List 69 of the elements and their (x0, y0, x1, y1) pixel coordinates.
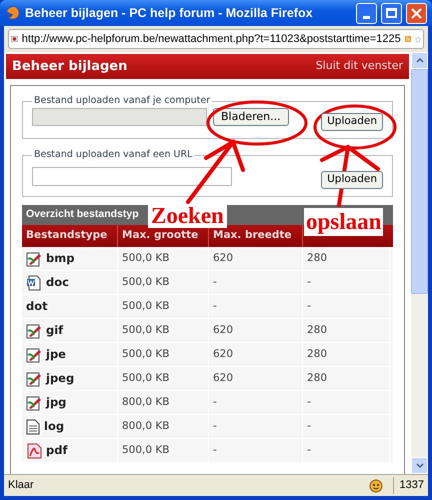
table-cell: - (303, 271, 390, 294)
file-type: bmp (46, 250, 74, 267)
table-cell: 500,0 KB (118, 439, 209, 462)
url-field[interactable] (32, 166, 232, 186)
group-legend: Bestand uploaden vanaf een URL (32, 149, 194, 161)
word-document-icon (26, 274, 42, 290)
status-text: Klaar (8, 478, 35, 494)
table-cell: 620 (209, 247, 303, 270)
table-cell: 620 (209, 319, 303, 342)
table-cell: - (209, 415, 303, 438)
close-button[interactable] (406, 2, 427, 24)
file-type: dot (26, 298, 48, 315)
scrollbar[interactable] (411, 52, 428, 474)
scroll-thumb[interactable] (411, 69, 428, 294)
table-cell: - (303, 439, 390, 462)
table-cell: 500,0 KB (118, 343, 209, 366)
file-type: gif (46, 322, 64, 339)
table-cell: - (209, 271, 303, 294)
table-cell: 280 (303, 319, 390, 342)
upload-button[interactable]: Uploaden (321, 113, 383, 131)
image-file-icon (26, 250, 42, 266)
file-type: jpg (46, 394, 66, 411)
file-type: doc (46, 274, 69, 291)
file-type: log (44, 418, 64, 435)
text-file-icon (26, 418, 40, 434)
group-legend: Bestand uploaden vanaf je computer (32, 95, 212, 107)
minimize-button[interactable] (356, 2, 377, 24)
table-title: Overzicht bestandstyp (26, 207, 139, 222)
file-type: jpeg (46, 370, 74, 387)
table-cell: 280 (303, 343, 390, 366)
file-type: pdf (46, 442, 68, 459)
page-title: Beheer bijlagen (12, 58, 128, 76)
image-file-icon (26, 394, 42, 410)
table-cell: 800,0 KB (118, 391, 209, 414)
maximize-button[interactable] (381, 2, 402, 24)
smiley-icon (368, 478, 383, 492)
table-cell: 620 (209, 343, 303, 366)
annotation-label: Zoeken (148, 204, 227, 228)
table-cell: - (303, 415, 390, 438)
image-file-icon (26, 322, 42, 338)
table-cell: 500,0 KB (118, 295, 209, 318)
address-field[interactable]: http://www.pc-helpforum.be/newattachment.php?t=11023&poststarttime=1225 (8, 29, 424, 49)
table-cell: 620 (209, 367, 303, 390)
table-cell: - (209, 295, 303, 318)
image-file-icon (26, 370, 42, 386)
table-cell: 280 (303, 247, 390, 270)
table-cell: 500,0 KB (118, 247, 209, 270)
window-title: Beheer bijlagen - PC help forum - Mozilla Firefox (25, 4, 314, 22)
table-cell: 800,0 KB (118, 415, 209, 438)
upload-button[interactable]: Uploaden (321, 171, 383, 189)
image-file-icon (26, 346, 42, 362)
pdf-file-icon (26, 442, 42, 458)
table-cell: - (303, 295, 390, 318)
table-cell: - (209, 439, 303, 462)
table-cell: 500,0 KB (118, 367, 209, 390)
table-cell: 500,0 KB (118, 319, 209, 342)
file-path-field[interactable] (32, 108, 207, 126)
table-cell: - (209, 391, 303, 414)
browser-logo-icon (5, 5, 21, 21)
file-type: jpe (46, 346, 66, 363)
counter-text: 1337 (392, 477, 424, 494)
table-cell: 500,0 KB (118, 271, 209, 294)
url-text: http://www.pc-helpforum.be/newattachment.php?t=11023&poststarttime=1225 (22, 32, 401, 47)
close-icon (411, 8, 422, 18)
close-window-link[interactable]: Sluit dit venster (316, 58, 403, 75)
browse-button[interactable]: Bladeren... (213, 108, 289, 126)
table-cell: 280 (303, 367, 390, 390)
table-cell: - (303, 391, 390, 414)
annotation-label: opslaan (304, 208, 384, 236)
